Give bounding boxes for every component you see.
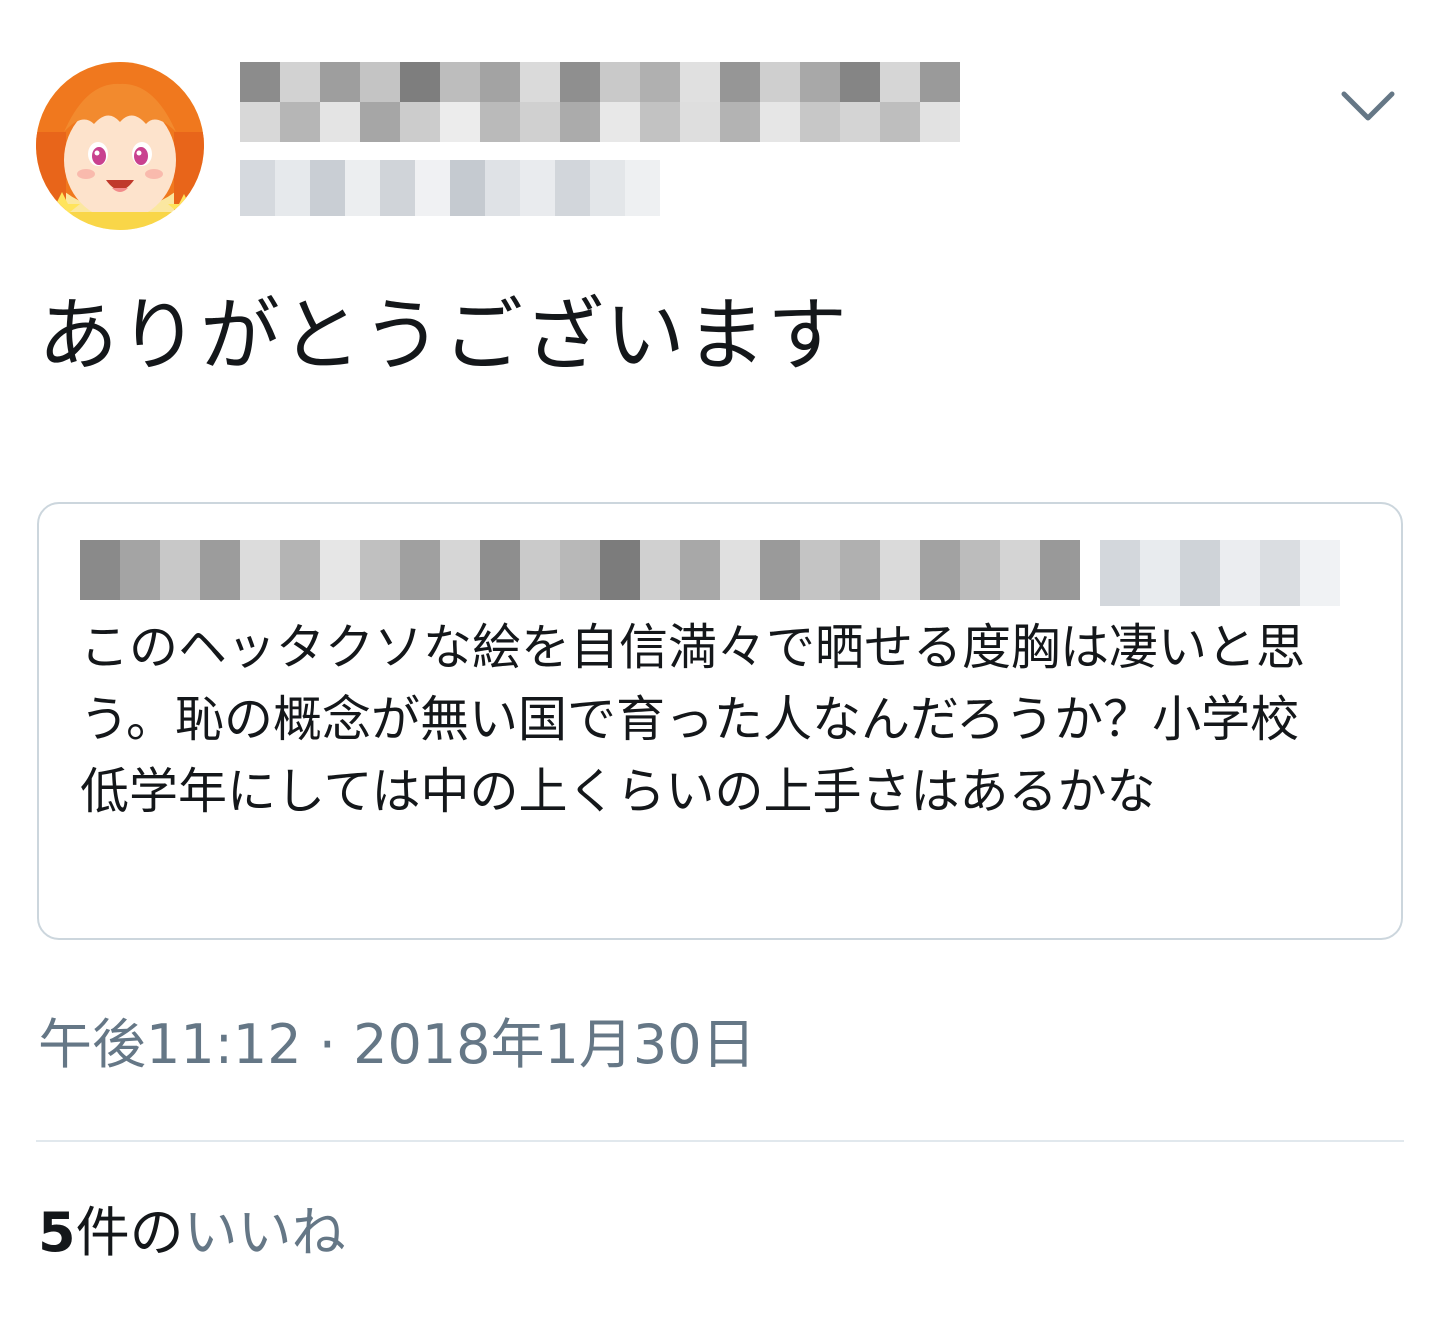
avatar[interactable] [36,62,204,230]
chevron-down-icon[interactable] [1338,86,1398,126]
tweet-timestamp[interactable]: 午後11:12 · 2018年1月30日 [38,1010,756,1080]
likes-summary[interactable]: 5件のいいね [38,1198,346,1268]
quoted-tweet-text: このヘッタクソな絵を自信満々で晒せる度胸は凄いと思う。恥の概念が無い国で育った人… [80,619,1306,820]
likes-count: 5 [38,1201,76,1264]
avatar-illustration [36,62,204,230]
quoted-handle-redacted [1100,540,1340,606]
likes-count-suffix: 件の [75,1201,184,1264]
likes-label: いいね [183,1201,346,1264]
quoted-author-redacted [80,540,1080,600]
tweet-text: ありがとうございます [38,289,848,382]
divider [36,1140,1404,1142]
handle-redacted [240,160,660,216]
